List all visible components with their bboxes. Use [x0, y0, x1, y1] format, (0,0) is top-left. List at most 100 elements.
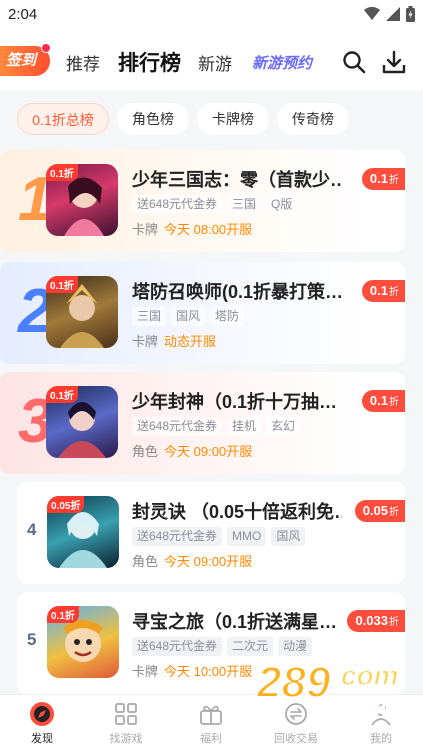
discount-unit: 折 [389, 175, 399, 186]
chip-total[interactable]: 0.1折总榜 [17, 103, 109, 135]
tab-ranking[interactable]: 排行榜 [118, 47, 181, 77]
game-tags: 送648元代金券 MMO 国风 [132, 527, 306, 546]
search-icon[interactable] [342, 50, 366, 74]
game-tag: 三国 [227, 195, 262, 214]
game-title[interactable]: 少年封神（0.1折十万抽… [132, 388, 342, 414]
compass-icon [30, 702, 54, 726]
discount-value: 0.05 [362, 503, 388, 518]
bottom-nav-welfare[interactable]: 福利 [169, 701, 253, 746]
game-tag: 挂机 [227, 417, 262, 436]
game-card[interactable]: 1 0.1折 少年三国志：零（首款少… 送648元代金券 三国 Q版 卡牌 今天 … [0, 150, 405, 252]
game-tags: 送648元代金券 挂机 玄幻 [132, 417, 301, 436]
wifi-icon [364, 7, 380, 20]
discount-unit: 折 [389, 287, 399, 298]
game-thumbnail[interactable]: 0.1折 [47, 606, 119, 678]
thumbnail-discount-badge: 0.1折 [46, 276, 78, 293]
game-thumbnail[interactable]: 0.05折 [47, 496, 119, 568]
checkin-notification-dot [41, 43, 51, 53]
site-watermark-logo: 289 com 手游网 [255, 657, 402, 719]
discount-unit: 折 [389, 397, 399, 408]
game-card[interactable]: 2 0.1折 塔防召唤师(0.1折暴打策… 三国 国风 塔防 卡牌 动态开服 0.… [0, 262, 405, 364]
game-thumbnail[interactable]: 0.1折 [46, 386, 118, 458]
tab-new-games[interactable]: 新游 [198, 50, 232, 75]
discount-value: 0.1 [369, 283, 388, 298]
top-nav: 签到 推荐 排行榜 新游 新游预约 [0, 30, 423, 90]
thumbnail-discount-badge: 0.1折 [47, 606, 79, 623]
game-meta: 卡牌 今天 08:00开服 [132, 219, 252, 238]
server-open-time: 今天 09:00开服 [164, 444, 253, 459]
gift-icon [200, 705, 222, 725]
game-thumbnail[interactable]: 0.1折 [46, 164, 118, 236]
tab-new-game-reservation[interactable]: 新游预约 [252, 52, 312, 73]
game-tag: 送648元代金券 [132, 417, 223, 436]
game-tag: 玄幻 [266, 417, 301, 436]
ranking-category-chips: 0.1折总榜 角色榜 卡牌榜 传奇榜 [0, 90, 423, 148]
tab-recommend[interactable]: 推荐 [66, 50, 100, 75]
watermark-suffix: com [341, 660, 399, 691]
discount-badge: 0.1折 [361, 280, 405, 302]
grid-icon [115, 703, 137, 725]
game-meta: 卡牌 动态开服 [132, 331, 216, 350]
bottom-nav-find-games[interactable]: 找游戏 [84, 701, 168, 746]
signal-icon [386, 7, 400, 21]
game-tag: 送648元代金券 [132, 195, 223, 214]
game-category: 角色 [132, 554, 159, 569]
game-title[interactable]: 寻宝之旅（0.1折送满星… [132, 608, 342, 634]
game-category: 角色 [132, 444, 159, 459]
server-open-time: 今天 08:00开服 [164, 222, 253, 237]
game-tag: Q版 [266, 195, 298, 214]
server-open-time: 今天 09:00开服 [164, 554, 253, 569]
thumbnail-discount-badge: 0.1折 [46, 386, 78, 403]
game-category: 卡牌 [132, 664, 159, 679]
status-bar: 2:04 [0, 0, 423, 30]
game-card[interactable]: 4 0.05折 封灵诀 （0.05十倍返利免… 送648元代金券 MMO 国风 … [17, 482, 405, 584]
game-card[interactable]: 3 0.1折 少年封神（0.1折十万抽… 送648元代金券 挂机 玄幻 角色 今天… [0, 372, 405, 474]
discount-unit: 折 [389, 617, 399, 628]
game-category: 卡牌 [132, 334, 159, 349]
game-tags: 送648元代金券 三国 Q版 [132, 195, 298, 214]
watermark-brand: 289 [256, 658, 331, 707]
discount-value: 0.1 [369, 393, 388, 408]
chip-legend[interactable]: 传奇榜 [277, 103, 349, 135]
discount-unit: 折 [389, 507, 399, 518]
thumbnail-discount-badge: 0.05折 [47, 496, 85, 513]
discount-value: 0.033 [355, 613, 388, 628]
game-meta: 角色 今天 09:00开服 [132, 441, 252, 460]
chip-card[interactable]: 卡牌榜 [197, 103, 269, 135]
game-tag: 送648元代金券 [132, 527, 223, 546]
game-tags: 三国 国风 塔防 [132, 307, 245, 326]
battery-icon [406, 6, 415, 22]
game-title[interactable]: 少年三国志：零（首款少… [132, 166, 342, 192]
discount-value: 0.1 [369, 171, 388, 186]
game-tag: 国风 [271, 527, 306, 546]
bottom-nav-label: 发现 [31, 733, 53, 745]
bottom-nav-label: 我的 [370, 733, 392, 745]
status-icons [364, 6, 415, 22]
bottom-nav-label: 福利 [200, 733, 222, 745]
watermark-sub: 手游网 [341, 694, 401, 718]
game-tag: 塔防 [210, 307, 245, 326]
discount-badge: 0.05折 [354, 500, 405, 522]
bottom-nav-discover[interactable]: 发现 [0, 701, 84, 746]
game-tag: 三国 [132, 307, 167, 326]
game-meta: 卡牌 今天 10:00开服 [132, 661, 252, 680]
thumbnail-discount-badge: 0.1折 [46, 164, 78, 181]
discount-badge: 0.033折 [347, 610, 405, 632]
game-tag: MMO [227, 527, 267, 546]
server-open-time: 今天 10:00开服 [164, 664, 253, 679]
game-title[interactable]: 塔防召唤师(0.1折暴打策… [132, 278, 342, 304]
discount-badge: 0.1折 [361, 168, 405, 190]
bottom-nav-label: 回收交易 [274, 733, 318, 745]
game-title[interactable]: 封灵诀 （0.05十倍返利免… [132, 498, 342, 524]
chip-role[interactable]: 角色榜 [117, 103, 189, 135]
rank-number: 5 [27, 630, 37, 649]
discount-badge: 0.1折 [361, 390, 405, 412]
rank-number: 4 [27, 520, 37, 539]
game-tag: 送648元代金券 [132, 637, 223, 656]
game-thumbnail[interactable]: 0.1折 [46, 276, 118, 348]
game-tag: 国风 [171, 307, 206, 326]
game-meta: 角色 今天 09:00开服 [132, 551, 252, 570]
bottom-nav-label: 找游戏 [109, 733, 143, 745]
status-time: 2:04 [8, 6, 38, 23]
download-icon[interactable] [382, 50, 406, 74]
